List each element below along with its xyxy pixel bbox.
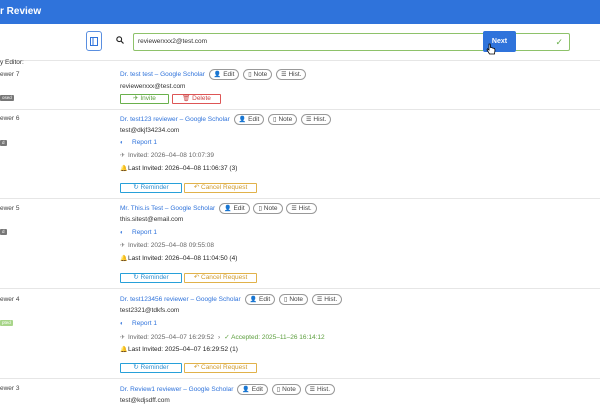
last-invited-date: Last Invited: 2026–04–08 11:04:50 (4) [128,255,238,262]
last-invited-date: Last Invited: 2025–04–07 16:29:52 (1) [128,346,238,353]
accepted-date: Accepted: 2025–11–26 16:14:12 [231,334,325,341]
status-badge: osed [0,95,14,101]
list-icon: ☰ [316,297,323,303]
status-badge: d [0,229,7,235]
hand-cursor-icon [486,43,496,55]
undo-icon: ↶ [193,184,201,191]
divider [0,378,600,379]
reminder-button[interactable]: ↻ Reminder [120,183,182,193]
chevron-right-icon: › [218,334,221,341]
reviewer-email: reviewerxxx@test.com [120,83,186,90]
note-icon: ▯ [258,206,262,212]
status-badge: d [0,140,7,146]
edit-button[interactable]: 👤 Edit [244,294,276,305]
send-icon: ✈ [120,243,126,249]
reviewer-email: test@kdjsdff.com [120,397,170,404]
divider [0,60,600,61]
note-icon: ▯ [248,72,252,78]
delete-button[interactable]: 🗑 Delete [172,94,221,104]
note-icon: ▯ [284,297,288,303]
user-edit-icon: 👤 [238,117,247,123]
user-edit-icon: 👤 [213,72,222,78]
list-icon: ☰ [291,206,297,212]
history-button[interactable]: ☰ Hist. [286,203,317,214]
bell-icon: 🔔 [120,256,128,262]
history-button[interactable]: ☰ Hist. [301,114,332,125]
bell-icon: 🔔 [120,347,128,353]
list-icon: ☰ [306,117,312,123]
reviewer-email: test2321@tdkfs.com [120,307,180,314]
note-button[interactable]: ▯ Note [243,69,273,80]
reviewer-name-link[interactable]: Dr. test123 reviewer – Google Scholar [120,116,230,123]
cancel-request-button[interactable]: ↶ Cancel Request [184,363,257,373]
check-icon: ✓ [555,37,563,47]
reviewer-name-link[interactable]: Dr. test test – Google Scholar [120,71,205,78]
reviewer-label: ewer 6 [0,115,20,122]
note-button[interactable]: ▯ Note [253,203,283,214]
reviewer-search-input[interactable] [138,38,458,45]
report-link[interactable]: Report 1 [132,139,157,146]
send-icon: ✈ [120,335,126,341]
reviewer-name-link[interactable]: Mr. This.is Test – Google Scholar [120,205,215,212]
reviewer-email: this.sitest@email.com [120,216,184,223]
history-button[interactable]: ☰ Hist. [304,384,336,395]
user-edit-icon: 👤 [223,206,232,212]
reminder-button[interactable]: ↻ Reminder [120,363,182,373]
undo-icon: ↶ [193,274,201,281]
invite-button[interactable]: ✈ Invite [120,94,169,104]
page-title: r Review [0,6,42,17]
list-icon: ☰ [281,72,287,78]
status-badge: pted [0,320,13,326]
edit-button[interactable]: 👤 Edit [237,384,268,395]
sidebar-icon [90,37,98,46]
divider [0,109,600,110]
report-icon: ◐ [120,321,124,327]
refresh-icon: ↻ [133,274,141,281]
reviewer-name-link[interactable]: Dr. test123456 reviewer – Google Scholar [120,296,241,303]
last-invited-date: Last Invited: 2026–04–08 11:06:37 (3) [128,165,238,172]
reviewer-label: ewer 3 [0,385,20,392]
edit-button[interactable]: 👤 Edit [208,69,240,80]
send-icon: ✈ [120,153,126,159]
report-icon: ◐ [120,140,124,146]
divider [0,198,600,199]
edit-button[interactable]: 👤 Edit [233,114,265,125]
cancel-request-button[interactable]: ↶ Cancel Request [184,183,257,193]
invited-date: Invited: 2025–04–07 16:29:52 [128,334,215,341]
refresh-icon: ↻ [133,184,141,191]
invited-date: Invited: 2025–04–08 09:55:08 [128,242,215,249]
refresh-icon: ↻ [133,364,141,371]
reviewer-label: ewer 5 [0,205,20,212]
divider [0,288,600,289]
invited-date: Invited: 2026–04–08 10:07:39 [128,152,215,159]
history-button[interactable]: ☰ Hist. [311,294,343,305]
cancel-request-button[interactable]: ↶ Cancel Request [184,273,257,283]
user-edit-icon: 👤 [242,387,250,393]
note-button[interactable]: ▯ Note [279,294,309,305]
panel-toggle-button[interactable] [86,31,102,51]
reminder-button[interactable]: ↻ Reminder [120,273,182,283]
reviewer-name-link[interactable]: Dr. Review1 reviewer – Google Scholar [120,386,233,393]
note-icon: ▯ [276,387,281,393]
section-label: y Editor: [0,59,24,66]
reviewer-label: ewer 4 [0,296,20,303]
search-icon [116,36,124,44]
app-header: r Review [0,0,600,24]
note-button[interactable]: ▯ Note [271,384,301,395]
reviewer-search-bar: ✓ Next [86,31,570,53]
report-link[interactable]: Report 1 [132,229,157,236]
edit-button[interactable]: 👤 Edit [218,203,250,214]
list-icon: ☰ [309,387,316,393]
reviewer-email: test@dkjf34234.com [120,127,180,134]
history-button[interactable]: ☰ Hist. [276,69,307,80]
trash-icon: 🗑 [182,95,193,102]
bell-icon: 🔔 [120,166,128,172]
report-link[interactable]: Report 1 [132,320,157,327]
report-icon: ◐ [120,230,124,236]
reviewer-label: ewer 7 [0,71,20,78]
note-button[interactable]: ▯ Note [268,114,298,125]
user-edit-icon: 👤 [249,297,257,303]
note-icon: ▯ [273,117,277,123]
undo-icon: ↶ [193,364,201,371]
